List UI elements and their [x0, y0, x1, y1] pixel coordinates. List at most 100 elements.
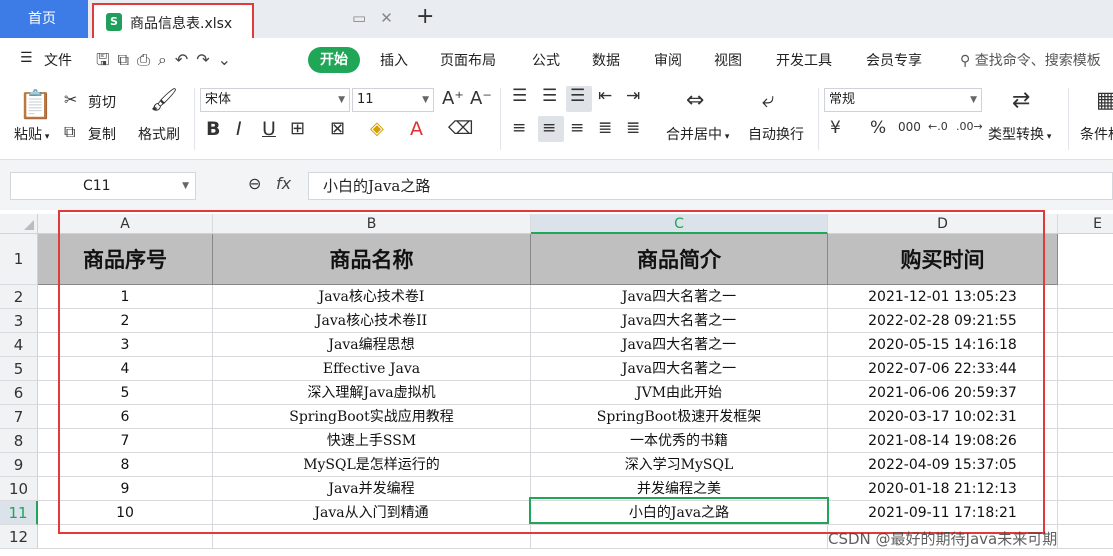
table-cell[interactable] — [1058, 357, 1113, 381]
print-icon[interactable]: ⎙ — [137, 50, 158, 69]
align-middle-icon[interactable]: ☰ — [542, 86, 557, 106]
align-left-icon[interactable]: ≡ — [512, 118, 526, 138]
quick-access-toolbar[interactable]: 🖫⧉⎙⌕↶↷⌄ — [96, 49, 239, 76]
format-painter-icon[interactable]: 🖌 — [150, 88, 178, 113]
align-center-icon[interactable]: ≡ — [542, 118, 556, 138]
bold-icon[interactable]: B — [206, 118, 220, 140]
paste-button[interactable]: 粘贴 ▾ — [14, 124, 49, 144]
table-cell[interactable] — [1058, 405, 1113, 429]
font-size-select[interactable]: 11 ▼ — [352, 88, 434, 112]
hamburger-menu-icon[interactable]: ☰ — [20, 50, 33, 66]
justify-icon[interactable]: ≣ — [598, 118, 612, 138]
decrease-indent-icon[interactable]: ⇤ — [598, 86, 612, 106]
copy-button[interactable]: 复制 — [88, 124, 116, 144]
distributed-icon[interactable]: ≣ — [626, 118, 640, 138]
menu-developer[interactable]: 开发工具 — [776, 50, 832, 70]
underline-icon[interactable]: U — [262, 118, 276, 140]
conditional-format-button[interactable]: 条件格 — [1080, 124, 1113, 144]
align-bottom-icon[interactable]: ☰ — [570, 86, 585, 106]
wrap-text-icon[interactable]: ⤶ — [762, 88, 774, 113]
export-icon[interactable]: ⧉ — [118, 50, 137, 69]
row-header-6[interactable]: 6 — [0, 381, 38, 405]
menu-start[interactable]: 开始 — [308, 47, 360, 73]
menu-file[interactable]: 文件 — [44, 50, 72, 70]
conditional-format-icon[interactable]: ▦ — [1096, 88, 1113, 113]
menu-insert[interactable]: 插入 — [380, 50, 408, 70]
redo-icon[interactable]: ↷ — [196, 50, 217, 69]
select-all-corner[interactable] — [0, 214, 38, 234]
menu-member[interactable]: 会员专享 — [866, 50, 922, 70]
home-tab[interactable]: 首页 — [0, 0, 88, 38]
format-painter-button[interactable]: 格式刷 — [138, 124, 180, 144]
spreadsheet-grid: A B C D E 1 商品序号 商品名称 商品简介 购买时间 2 1 Java核心技术卷I J… — [0, 210, 1113, 556]
menu-page-layout[interactable]: 页面布局 — [440, 50, 496, 70]
table-cell[interactable] — [1058, 453, 1113, 477]
clear-format-icon[interactable]: ⌫ — [448, 118, 473, 139]
row-header-12[interactable]: 12 — [0, 525, 38, 549]
row-header-7[interactable]: 7 — [0, 405, 38, 429]
formula-input[interactable]: 小白的Java之路 — [308, 172, 1113, 200]
row-header-8[interactable]: 8 — [0, 429, 38, 453]
column-header-e[interactable]: E — [1058, 214, 1113, 234]
cut-button[interactable]: 剪切 — [88, 92, 116, 112]
menu-formulas[interactable]: 公式 — [532, 50, 560, 70]
print-preview-icon[interactable]: ⌕ — [158, 50, 175, 69]
pin-window-icon[interactable]: ▭ — [352, 9, 366, 27]
table-cell[interactable] — [1058, 429, 1113, 453]
fx-icon[interactable]: fx — [276, 174, 291, 193]
table-cell[interactable] — [1058, 381, 1113, 405]
table-cell[interactable] — [1058, 285, 1113, 309]
percent-icon[interactable]: % — [870, 118, 886, 138]
italic-icon[interactable]: I — [236, 118, 242, 140]
cell-style-icon[interactable]: ⊠ — [330, 118, 345, 139]
row-header-1[interactable]: 1 — [0, 234, 38, 285]
menu-data[interactable]: 数据 — [592, 50, 620, 70]
merge-center-icon[interactable]: ⇔ — [686, 88, 704, 113]
decrease-decimal-icon[interactable]: .00→ — [956, 120, 983, 133]
paste-icon[interactable]: 📋 — [18, 88, 53, 121]
row-header-11[interactable]: 11 — [0, 501, 38, 525]
table-cell[interactable] — [1058, 477, 1113, 501]
name-box[interactable]: C11 ▼ — [10, 172, 196, 200]
command-search[interactable]: ⚲ 查找命令、搜索模板 — [960, 50, 1101, 70]
close-tab-icon[interactable]: ✕ — [380, 9, 393, 27]
undo-icon[interactable]: ↶ — [175, 50, 196, 69]
merge-center-button[interactable]: 合并居中 ▾ — [666, 124, 729, 144]
row-header-10[interactable]: 10 — [0, 477, 38, 501]
table-cell[interactable] — [1058, 501, 1113, 525]
type-convert-icon[interactable]: ⇄ — [1012, 88, 1030, 113]
menu-review[interactable]: 审阅 — [654, 50, 682, 70]
row-header-9[interactable]: 9 — [0, 453, 38, 477]
font-color-icon[interactable]: A — [410, 118, 423, 140]
increase-font-icon[interactable]: A⁺ — [442, 88, 464, 109]
scissors-icon[interactable]: ✂ — [64, 90, 77, 109]
table-cell[interactable] — [1058, 333, 1113, 357]
increase-decimal-icon[interactable]: ←.0 — [928, 120, 948, 133]
table-cell[interactable] — [1058, 234, 1113, 285]
currency-icon[interactable]: ¥ — [830, 118, 841, 138]
menu-view[interactable]: 视图 — [714, 50, 742, 70]
increase-indent-icon[interactable]: ⇥ — [626, 86, 640, 106]
number-format-select[interactable]: 常规 ▼ — [824, 88, 982, 112]
align-right-icon[interactable]: ≡ — [570, 118, 584, 138]
row-header-2[interactable]: 2 — [0, 285, 38, 309]
customize-toolbar-chevron-icon[interactable]: ⌄ — [218, 50, 239, 69]
wrap-text-button[interactable]: 自动换行 — [748, 124, 804, 144]
border-icon[interactable]: ⊞ — [290, 118, 305, 139]
thousands-icon[interactable]: 000 — [898, 120, 921, 134]
save-icon[interactable]: 🖫 — [96, 50, 118, 69]
row-header-4[interactable]: 4 — [0, 333, 38, 357]
new-tab-icon[interactable]: + — [416, 4, 434, 29]
document-tab[interactable]: S 商品信息表.xlsx — [92, 3, 254, 41]
decrease-font-icon[interactable]: A⁻ — [470, 88, 492, 109]
row-header-3[interactable]: 3 — [0, 309, 38, 333]
fill-color-icon[interactable]: ◈ — [370, 118, 384, 139]
zoom-icon[interactable]: ⊖ — [248, 174, 261, 193]
type-convert-button[interactable]: 类型转换 ▾ — [988, 124, 1051, 144]
table-cell[interactable] — [1058, 309, 1113, 333]
font-name-select[interactable]: 宋体 ▼ — [200, 88, 350, 112]
align-top-icon[interactable]: ☰ — [512, 86, 527, 106]
row-header-5[interactable]: 5 — [0, 357, 38, 381]
copy-icon[interactable]: ⧉ — [64, 122, 75, 142]
table-cell[interactable] — [1058, 525, 1113, 549]
